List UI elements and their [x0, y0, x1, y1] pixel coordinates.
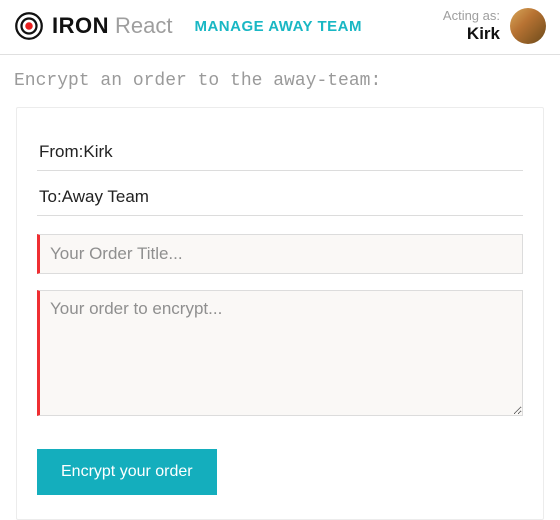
brand-react: React — [115, 13, 172, 39]
from-label: From: — [39, 142, 83, 162]
order-title-input[interactable] — [37, 234, 523, 274]
order-body-textarea[interactable] — [37, 290, 523, 416]
page-title: Encrypt an order to the away-team: — [0, 55, 560, 101]
acting-as-name: Kirk — [443, 24, 500, 44]
acting-as-block: Acting as: Kirk — [443, 9, 500, 43]
avatar[interactable] — [510, 8, 546, 44]
from-row: From:Kirk — [37, 132, 523, 171]
to-row: To:Away Team — [37, 177, 523, 216]
encrypt-button[interactable]: Encrypt your order — [37, 449, 217, 495]
to-value: Away Team — [62, 187, 149, 207]
to-label: To: — [39, 187, 62, 207]
manage-away-team-link[interactable]: MANAGE AWAY TEAM — [194, 18, 361, 35]
app-header: IRON React MANAGE AWAY TEAM Acting as: K… — [0, 0, 560, 55]
from-value: Kirk — [83, 142, 112, 162]
order-card: From:Kirk To:Away Team Encrypt your orde… — [16, 107, 544, 520]
acting-as-label: Acting as: — [443, 9, 500, 24]
logo-icon — [14, 11, 44, 41]
brand: IRON React — [52, 13, 172, 39]
brand-iron: IRON — [52, 13, 109, 39]
